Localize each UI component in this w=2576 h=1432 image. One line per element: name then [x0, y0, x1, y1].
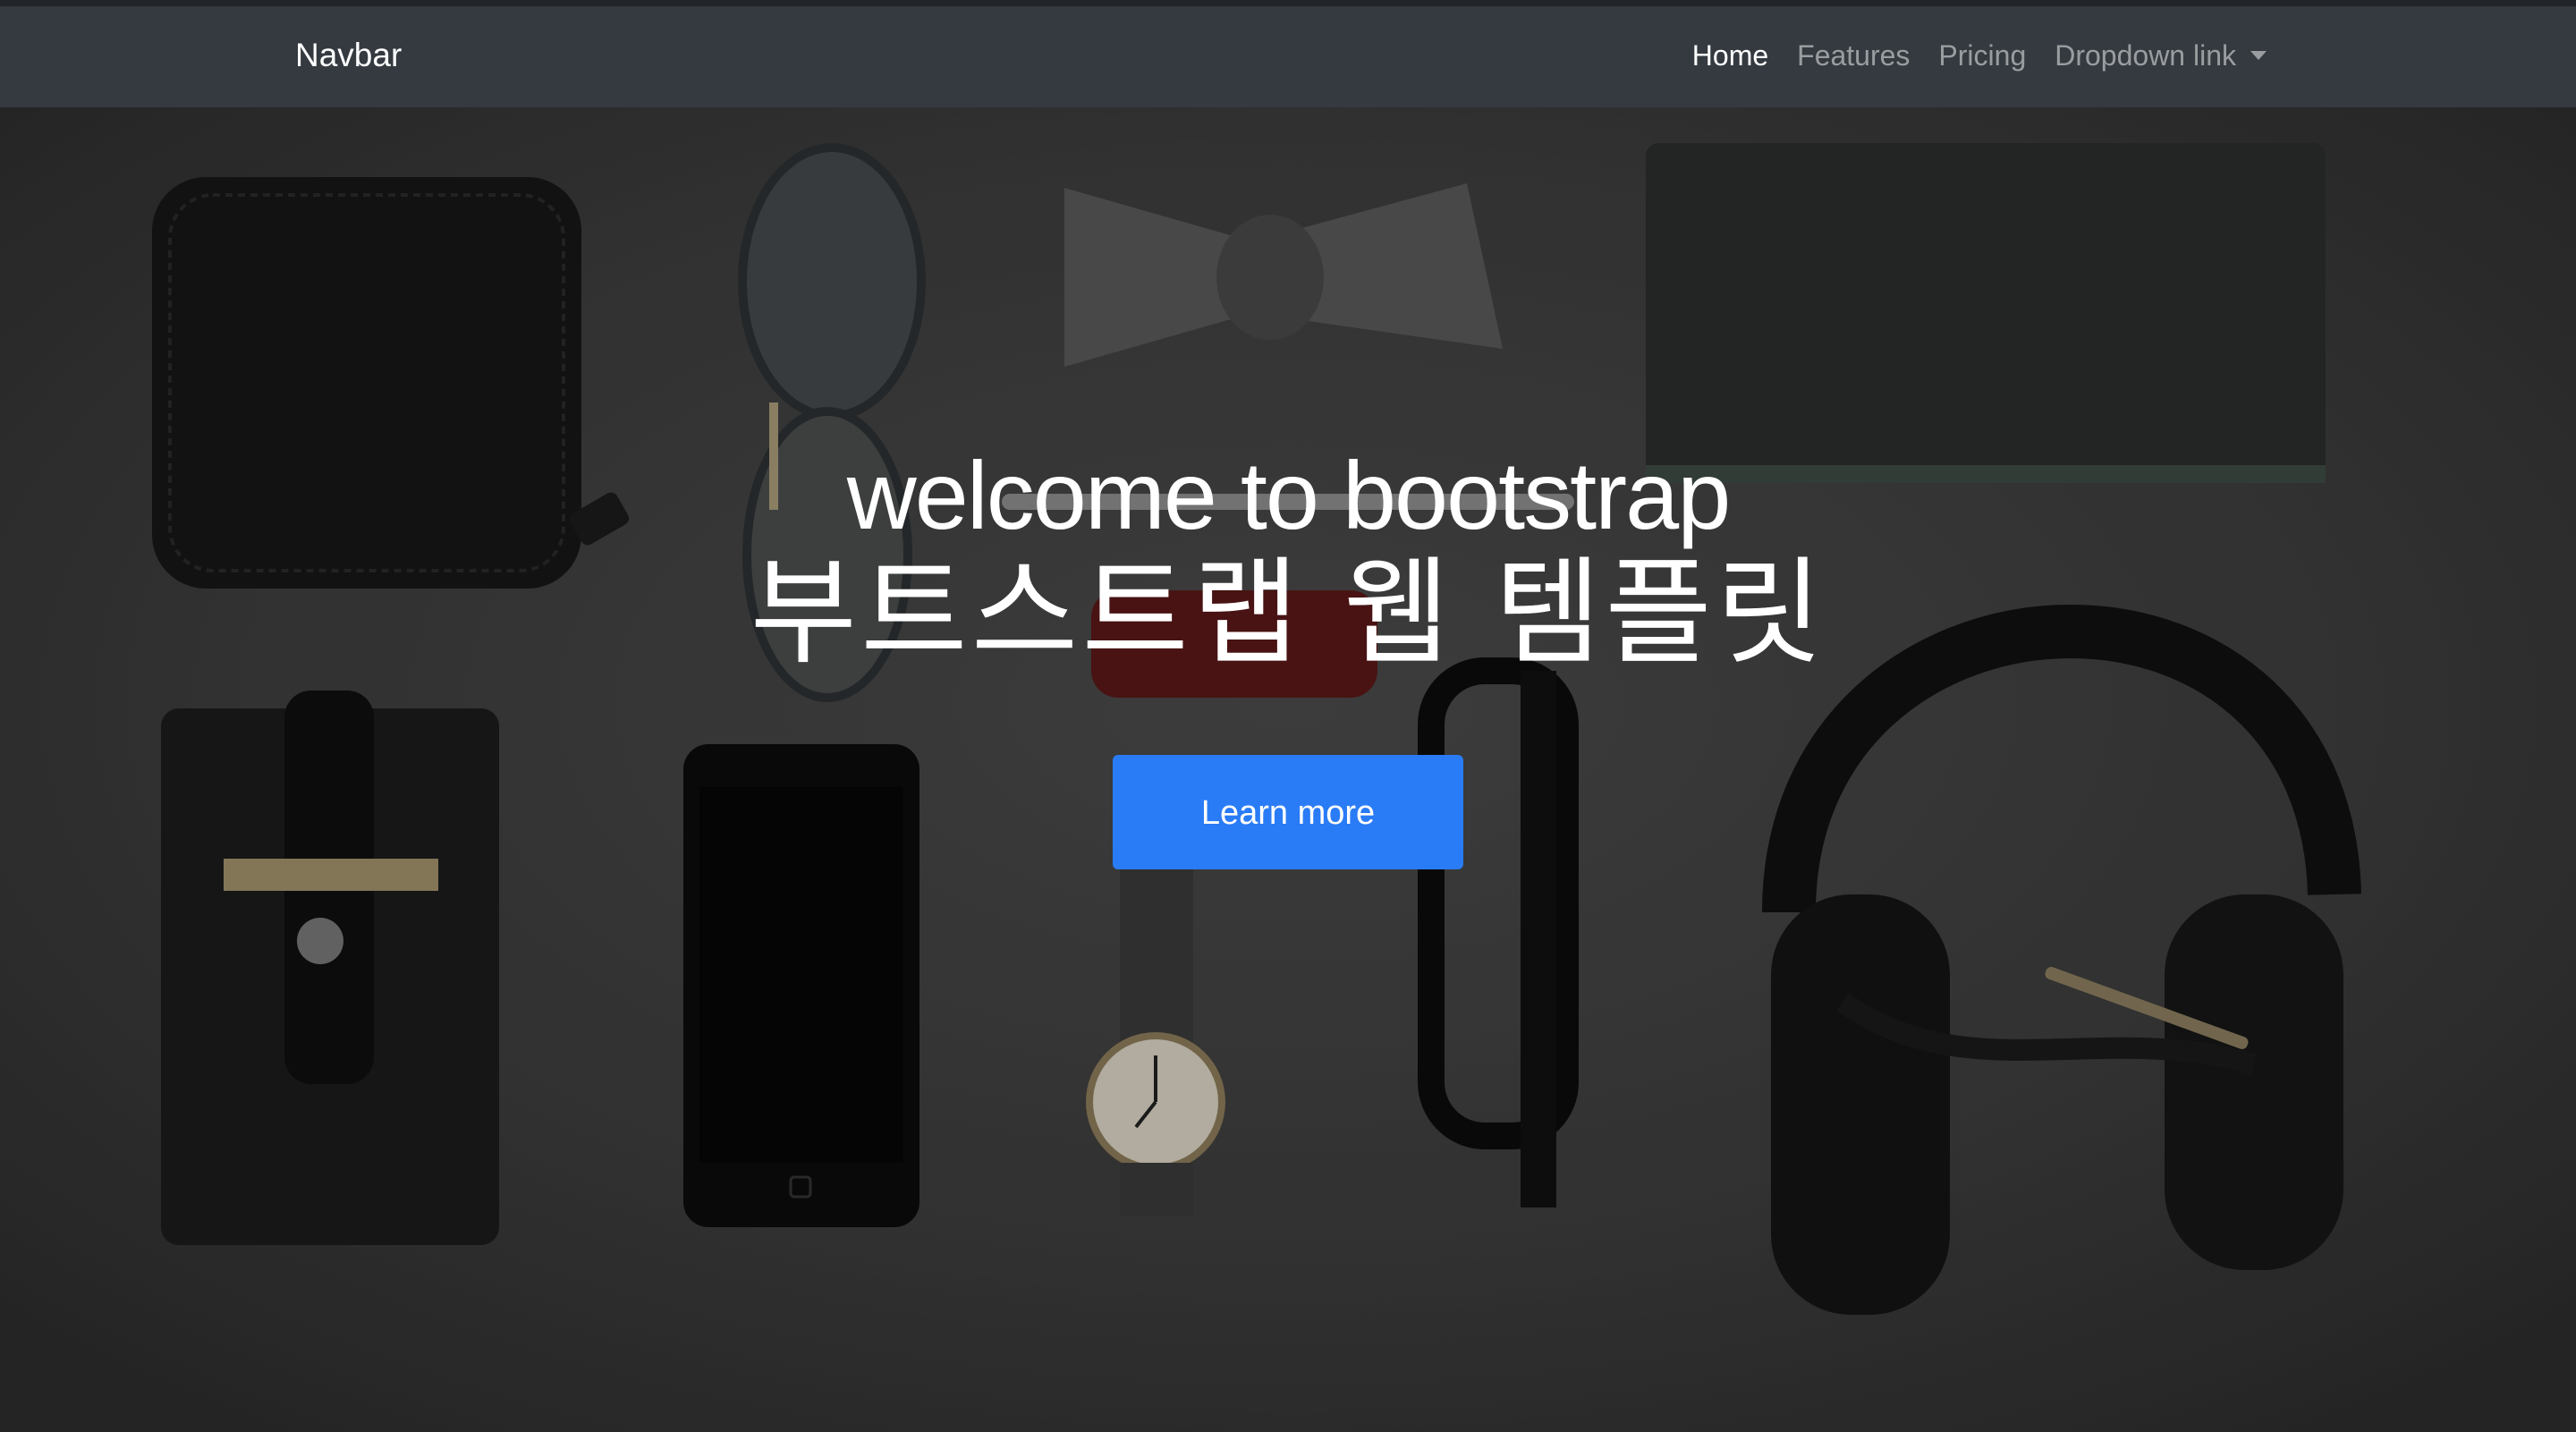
caret-down-icon: [2250, 51, 2267, 60]
hero-section: welcome to bootstrap 부트스트랩 웹 템플릿 Learn m…: [0, 107, 2576, 1432]
navbar: Navbar Home Features Pricing Dropdown li…: [0, 6, 2576, 107]
navbar-brand[interactable]: Navbar: [295, 36, 402, 75]
learn-more-button[interactable]: Learn more: [1113, 755, 1463, 869]
page: Navbar Home Features Pricing Dropdown li…: [0, 0, 2576, 1432]
nav-link-pricing[interactable]: Pricing: [1938, 36, 2026, 75]
nav-link-features[interactable]: Features: [1797, 36, 1910, 75]
hero-title: welcome to bootstrap: [846, 441, 1732, 550]
hero-subtitle: 부트스트랩 웹 템플릿: [750, 545, 1826, 681]
dropdown-link-label: Dropdown link: [2055, 39, 2236, 72]
nav-links: Home Features Pricing Dropdown link: [1664, 36, 2267, 75]
window-top-strip: [0, 0, 2576, 6]
nav-link-dropdown[interactable]: Dropdown link: [2055, 36, 2267, 75]
nav-link-home[interactable]: Home: [1692, 36, 1768, 75]
